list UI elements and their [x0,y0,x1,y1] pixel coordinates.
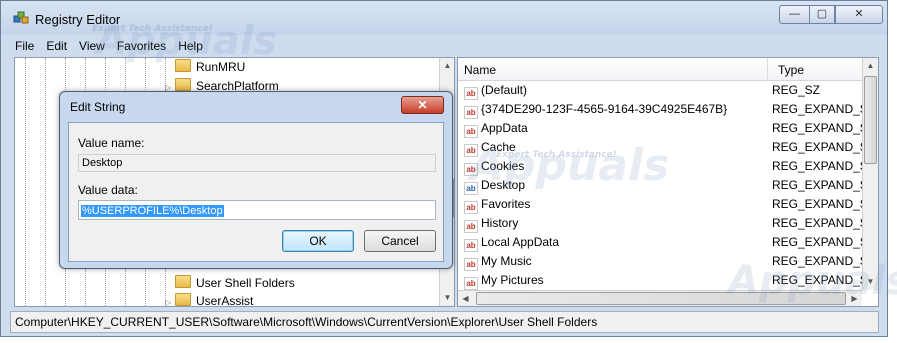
dialog-body: Value name: Desktop Value data: %USERPRO… [68,122,444,262]
scroll-up-arrow-icon[interactable]: ▲ [440,58,454,74]
watermark-logo: Appuals [470,140,670,191]
column-header-name[interactable]: Name [464,58,496,80]
watermark-tagline: Expert Tech Assistance! [496,150,617,160]
maximize-button[interactable]: ▢ [809,5,835,24]
value-data-input[interactable]: %USERPROFILE%\Desktop [78,200,436,220]
list-vertical-scrollbar[interactable]: ▲ ▼ [862,58,878,290]
folder-icon [175,78,191,91]
value-type: REG_EXPAND_SZ [772,102,876,116]
value-row[interactable]: ab Favorites [464,195,530,214]
value-type: REG_EXPAND_SZ [772,235,876,249]
value-row[interactable]: ab History [464,214,518,233]
value-type: REG_EXPAND_SZ [772,197,876,211]
ab-string-icon: ab [464,87,478,100]
value-row[interactable]: ab AppData [464,119,528,138]
value-type: REG_EXPAND_SZ [772,216,876,230]
menu-edit[interactable]: Edit [40,37,73,55]
value-name: {374DE290-123F-4565-9164-39C4925E467B} [481,102,728,116]
watermark-tagline: Expert Tech Assistance! [92,24,213,34]
value-name: (Default) [481,83,528,97]
value-name-label: Value name: [78,136,145,150]
column-divider[interactable] [767,58,768,80]
tree-guide-line [25,58,26,306]
value-type: REG_EXPAND_SZ [772,159,876,173]
value-type: REG_EXPAND_SZ [772,178,876,192]
value-data-selected-text: %USERPROFILE%\Desktop [81,205,224,217]
minimize-button[interactable]: — [779,5,810,24]
value-name: AppData [481,121,528,135]
ab-string-icon: ab [464,277,478,290]
value-type: REG_EXPAND_SZ [772,121,876,135]
value-name-field: Desktop [78,154,436,172]
folder-icon [175,275,191,288]
value-row[interactable]: ab {374DE290-123F-4565-9164-39C4925E467B} [464,100,727,119]
ab-string-icon: ab [464,125,478,138]
menu-file[interactable]: File [9,37,40,55]
tree-guide-line [45,58,46,306]
value-type: REG_EXPAND_SZ [772,140,876,154]
tree-item-label: User Shell Folders [196,276,295,290]
edit-string-dialog: Edit String ✕ Value name: Desktop Value … [59,91,453,269]
value-row[interactable]: ab Local AppData [464,233,559,252]
ab-string-icon: ab [464,220,478,233]
value-name: My Pictures [481,273,544,287]
value-name: Local AppData [481,235,560,249]
scroll-left-arrow-icon[interactable]: ◀ [458,291,473,306]
dialog-close-button[interactable]: ✕ [401,96,444,114]
close-button[interactable]: ✕ [835,5,883,24]
tree-item-label: UserAssist [196,294,254,307]
scroll-down-arrow-icon[interactable]: ▼ [440,290,454,306]
tree-item-user-shell-folders[interactable]: User Shell Folders [165,274,295,293]
value-name: My Music [481,254,532,268]
watermark-logo: Appuals [728,258,897,304]
value-row[interactable]: ab My Music [464,252,532,271]
value-data-label: Value data: [78,183,138,197]
value-name: Favorites [481,197,531,211]
value-row[interactable]: ab My Pictures [464,271,544,290]
registry-editor-icon [13,11,29,24]
column-header-type[interactable]: Type [778,58,804,80]
scroll-thumb[interactable] [864,76,877,164]
ab-string-icon: ab [464,106,478,119]
ab-string-icon: ab [464,201,478,214]
cancel-button[interactable]: Cancel [364,230,436,252]
tree-item-userassist[interactable]: ▷ UserAssist [165,292,254,307]
value-row[interactable]: ab (Default) [464,81,527,100]
value-type: REG_SZ [772,83,821,97]
column-header-row: Name Type [458,58,862,81]
status-bar: Computer\HKEY_CURRENT_USER\Software\Micr… [10,311,879,333]
folder-icon [175,293,191,306]
scroll-up-arrow-icon[interactable]: ▲ [863,58,878,74]
ok-button[interactable]: OK [282,230,354,252]
dialog-title: Edit String [70,100,126,114]
expand-arrow-icon[interactable]: ▷ [165,293,175,306]
ab-string-icon: ab [464,239,478,252]
value-name: History [481,216,519,230]
ab-string-icon: ab [464,258,478,271]
